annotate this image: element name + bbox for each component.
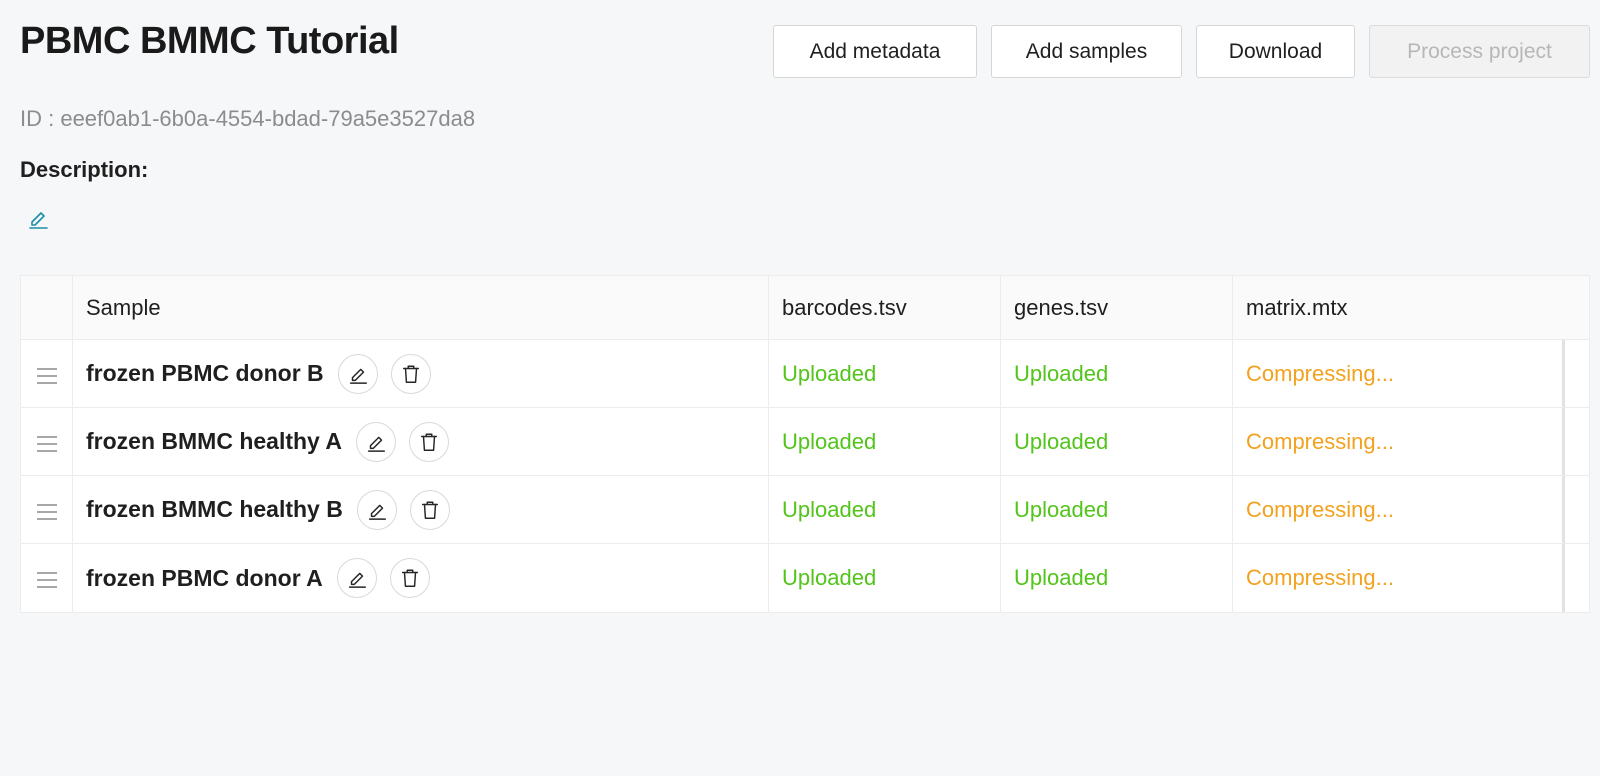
- edit-sample-button[interactable]: [356, 489, 397, 530]
- drag-handle-icon[interactable]: [36, 501, 58, 520]
- download-button[interactable]: Download: [1196, 25, 1355, 78]
- samples-table: Sample barcodes.tsv genes.tsv matrix.mtx…: [20, 275, 1590, 613]
- add-metadata-button[interactable]: Add metadata: [773, 25, 977, 78]
- matrix-cell: Compressing...: [1233, 544, 1565, 612]
- barcodes-status: Uploaded: [782, 565, 877, 590]
- delete-sample-button[interactable]: [409, 489, 450, 530]
- sample-name: frozen PBMC donor A: [86, 564, 323, 591]
- matrix-status: Compressing...: [1246, 360, 1394, 386]
- genes-status: Uploaded: [1014, 360, 1109, 386]
- genes-status: Uploaded: [1014, 496, 1109, 522]
- header-matrix: matrix.mtx: [1246, 294, 1348, 320]
- drag-handle-icon[interactable]: [36, 433, 58, 452]
- header-barcodes: barcodes.tsv: [769, 276, 1001, 339]
- barcodes-status: Uploaded: [782, 496, 877, 522]
- page-title: PBMC BMMC Tutorial: [20, 20, 399, 62]
- genes-cell: Uploaded: [1001, 340, 1233, 407]
- description-label: Description:: [20, 157, 149, 182]
- genes-status: Uploaded: [1014, 428, 1109, 454]
- matrix-cell: Compressing...: [1233, 476, 1565, 543]
- barcodes-cell: Uploaded: [769, 544, 1001, 612]
- project-id: ID : eeef0ab1-6b0a-4554-bdad-79a5e3527da…: [20, 106, 476, 131]
- sample-cell: frozen PBMC donor B: [73, 340, 769, 407]
- pencil-icon: [367, 436, 385, 452]
- toolbar: Add metadata Add samples Download Proces…: [773, 25, 1590, 78]
- matrix-cell: Compressing...: [1233, 408, 1565, 475]
- drag-handle-icon[interactable]: [36, 365, 58, 384]
- table-row: frozen BMMC healthy A Uploaded Uploaded …: [21, 408, 1589, 476]
- trash-icon: [421, 500, 438, 519]
- add-samples-button[interactable]: Add samples: [991, 25, 1182, 78]
- delete-sample-button[interactable]: [409, 421, 449, 462]
- sample-name: frozen BMMC healthy B: [86, 496, 343, 522]
- project-page: PBMC BMMC Tutorial Add metadata Add samp…: [0, 0, 1600, 776]
- pencil-icon: [349, 368, 367, 384]
- delete-sample-button[interactable]: [389, 558, 430, 598]
- genes-status: Uploaded: [1014, 565, 1109, 590]
- matrix-status: Compressing...: [1246, 428, 1394, 454]
- barcodes-cell: Uploaded: [769, 340, 1001, 407]
- barcodes-status: Uploaded: [782, 428, 877, 454]
- header-sample: Sample: [73, 276, 769, 339]
- drag-cell: [21, 476, 73, 543]
- process-project-button: Process project: [1369, 25, 1590, 78]
- sample-name: frozen PBMC donor B: [86, 360, 324, 386]
- barcodes-cell: Uploaded: [769, 408, 1001, 475]
- table-row: frozen PBMC donor B Uploaded Uploaded Co…: [21, 340, 1589, 408]
- sample-cell: frozen PBMC donor A: [73, 544, 769, 612]
- sample-name: frozen BMMC healthy A: [86, 428, 342, 454]
- table-header-row: Sample barcodes.tsv genes.tsv matrix.mtx: [21, 276, 1589, 340]
- trash-icon: [420, 432, 438, 451]
- drag-cell: [21, 340, 73, 407]
- description-edit-icon[interactable]: [26, 206, 50, 230]
- genes-cell: Uploaded: [1001, 544, 1233, 612]
- sample-cell: frozen BMMC healthy A: [73, 408, 769, 475]
- drag-cell: [21, 408, 73, 475]
- edit-sample-button[interactable]: [356, 421, 396, 462]
- table-row: frozen BMMC healthy B Uploaded Uploaded …: [21, 476, 1589, 544]
- pencil-icon: [348, 572, 366, 588]
- edit-sample-button[interactable]: [337, 353, 378, 394]
- delete-sample-button[interactable]: [390, 353, 431, 394]
- table-row: frozen PBMC donor A Uploaded Uploaded Co…: [21, 544, 1589, 612]
- barcodes-cell: Uploaded: [769, 476, 1001, 543]
- sample-cell: frozen BMMC healthy B: [73, 476, 769, 543]
- trash-icon: [401, 569, 418, 587]
- trash-icon: [402, 364, 419, 383]
- matrix-cell: Compressing...: [1233, 340, 1565, 407]
- genes-cell: Uploaded: [1001, 408, 1233, 475]
- header-genes: genes.tsv: [1001, 276, 1233, 339]
- drag-cell: [21, 544, 73, 612]
- matrix-status: Compressing...: [1246, 565, 1394, 590]
- pencil-icon: [368, 504, 386, 520]
- matrix-status: Compressing...: [1246, 496, 1394, 522]
- barcodes-status: Uploaded: [782, 360, 877, 386]
- genes-cell: Uploaded: [1001, 476, 1233, 543]
- header-drag-column: [21, 276, 73, 339]
- drag-handle-icon[interactable]: [36, 569, 58, 588]
- edit-sample-button[interactable]: [336, 558, 377, 598]
